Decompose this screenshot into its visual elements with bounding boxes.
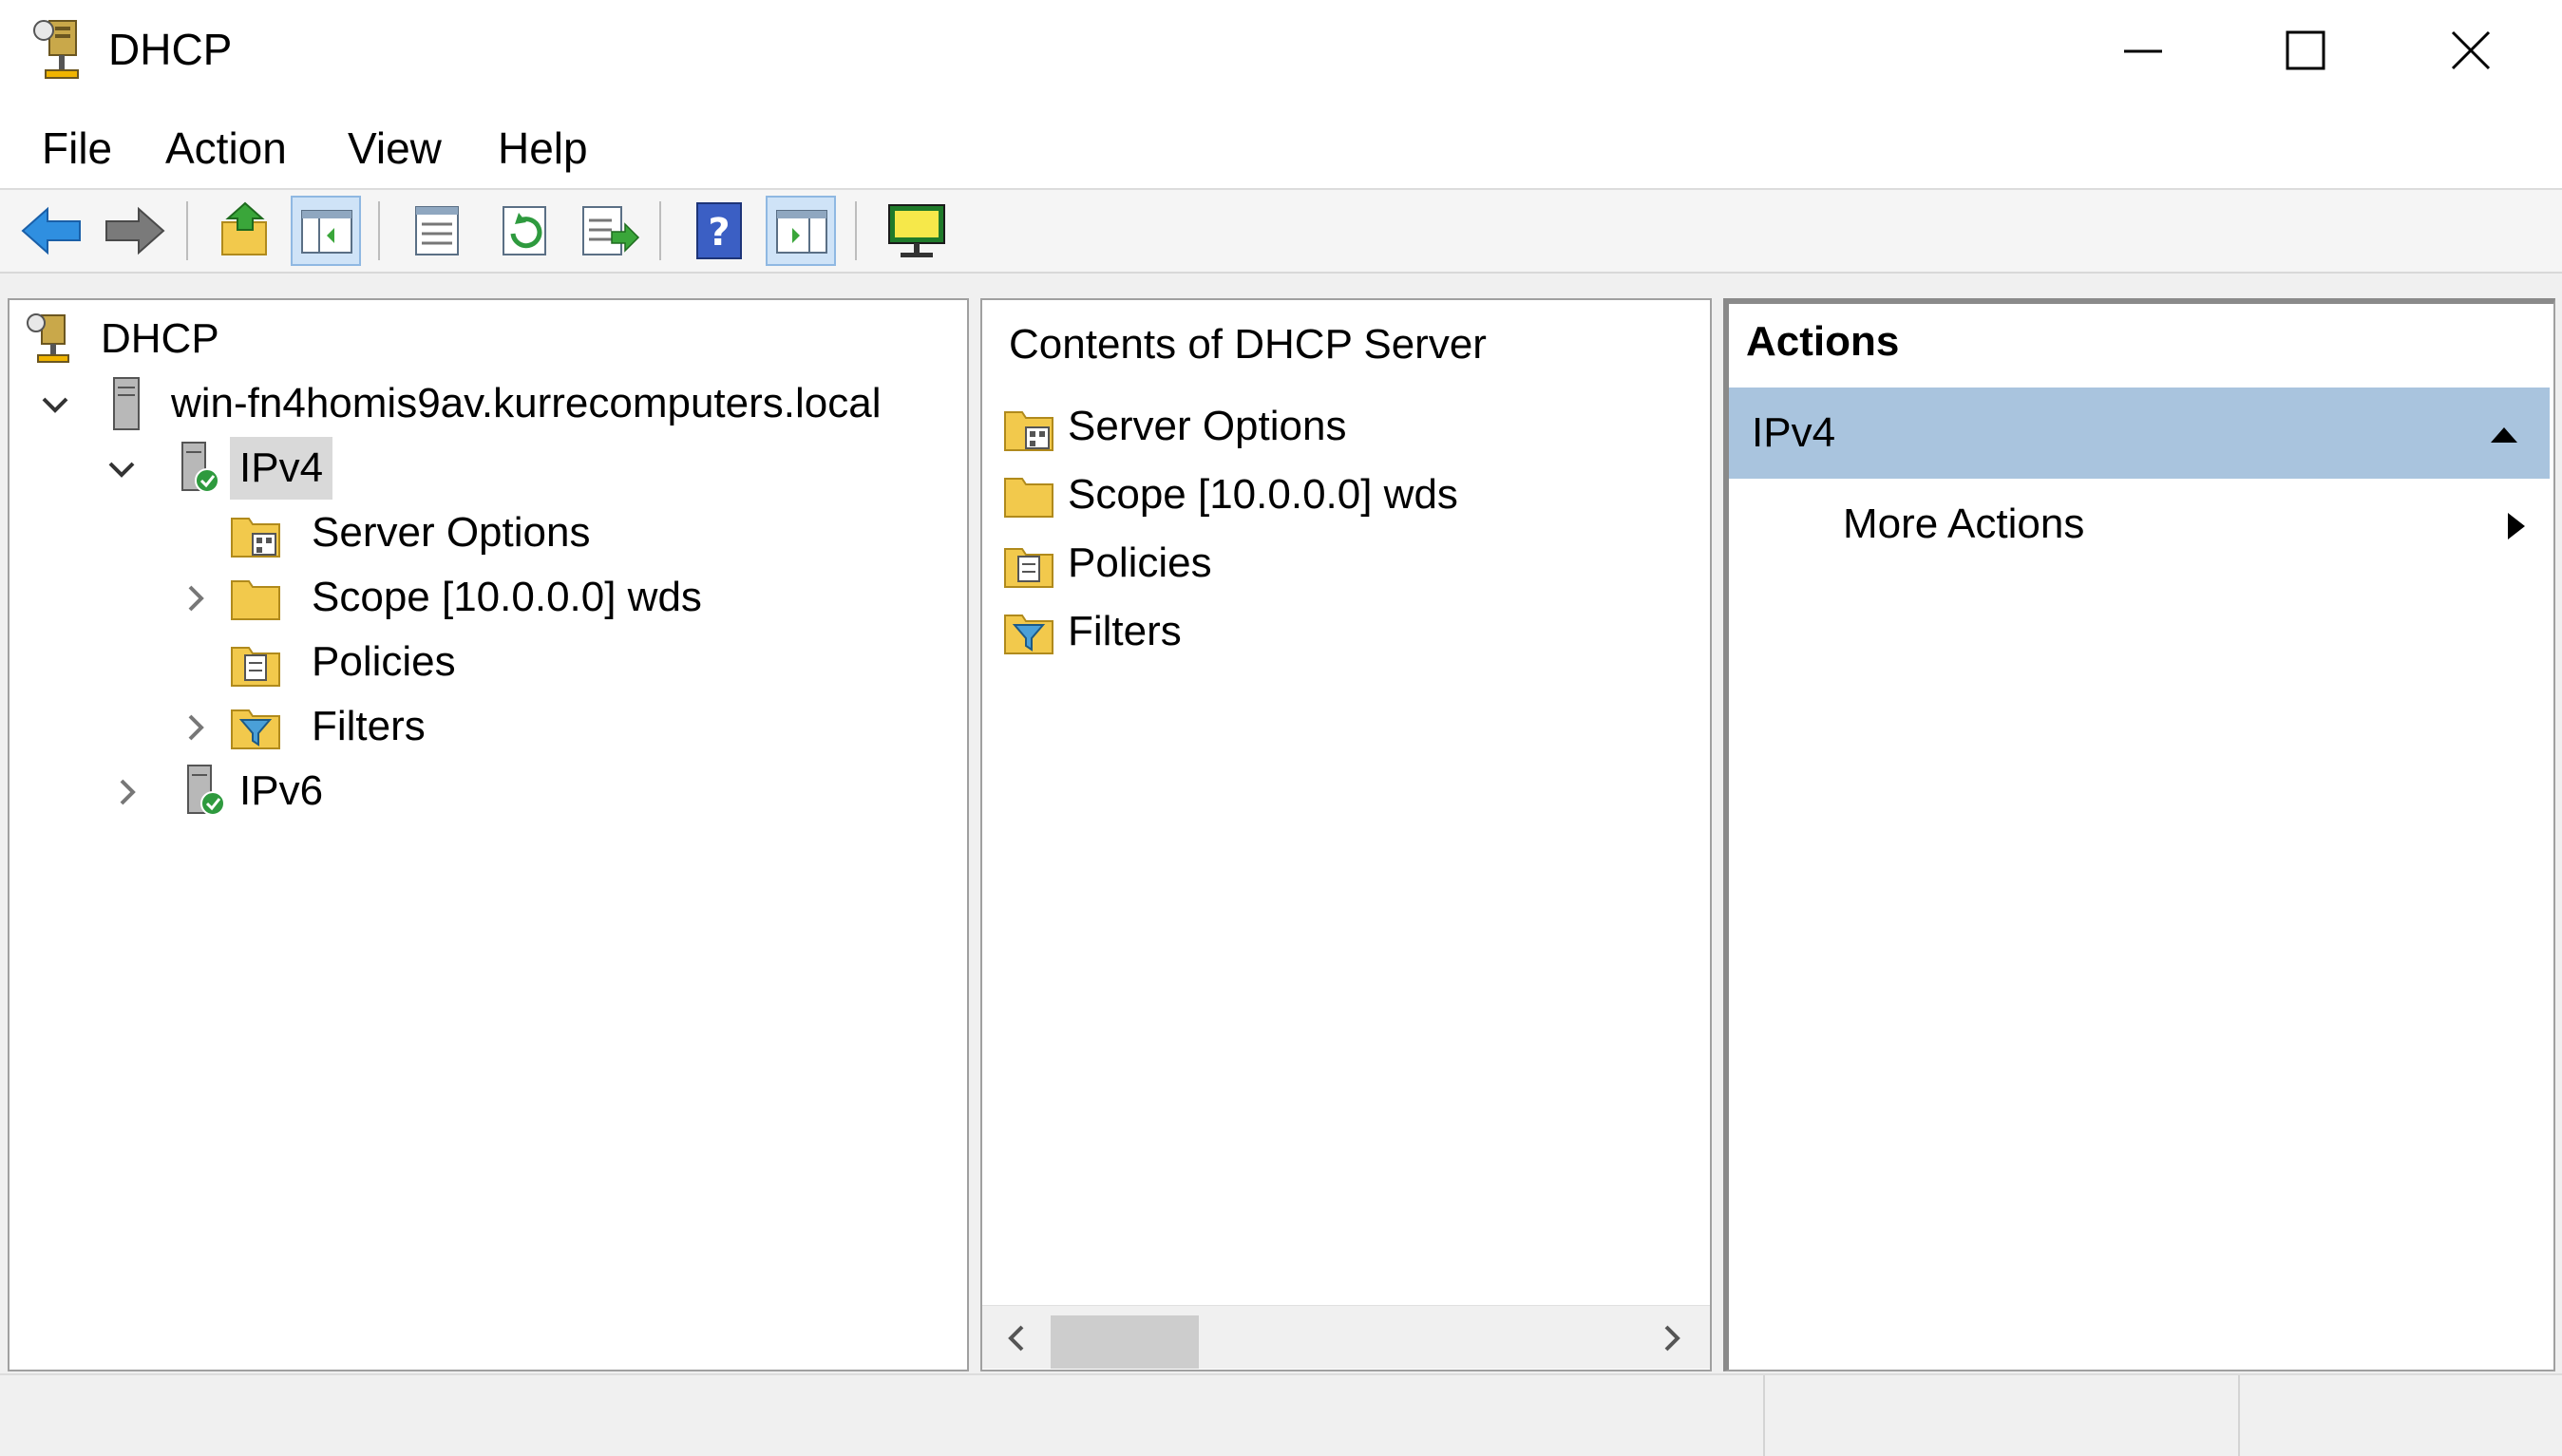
status-separator xyxy=(1763,1375,1765,1456)
list-item-label: Server Options xyxy=(1068,403,1347,449)
show-hide-console-tree-button[interactable] xyxy=(291,196,361,266)
tree-item-server[interactable]: win-fn4homis9av.kurrecomputers.local xyxy=(9,372,959,435)
help-button[interactable]: ? xyxy=(684,196,754,266)
close-button[interactable] xyxy=(2388,0,2552,103)
refresh-button[interactable] xyxy=(490,196,560,266)
policies-icon xyxy=(228,634,283,690)
chevron-right-icon[interactable] xyxy=(108,773,146,811)
toolbar-separator xyxy=(855,201,857,260)
list-item-label: Scope [10.0.0.0] wds xyxy=(1068,471,1458,518)
show-hide-action-pane-button[interactable] xyxy=(766,196,836,266)
show-hide-action-pane-icon xyxy=(776,210,827,254)
scrollbar-thumb[interactable] xyxy=(1051,1315,1199,1369)
list-item[interactable]: Scope [10.0.0.0] wds xyxy=(982,463,1704,526)
collapse-arrow-icon[interactable] xyxy=(2487,418,2521,452)
filters-icon xyxy=(1001,604,1056,659)
list-item[interactable]: Server Options xyxy=(982,395,1704,458)
content-header: Contents of DHCP Server xyxy=(1009,321,1487,368)
forward-arrow-icon xyxy=(105,206,165,255)
dhcp-app-icon xyxy=(32,17,89,84)
folder-icon xyxy=(1001,467,1056,522)
list-item-label: Policies xyxy=(1068,539,1212,586)
chevron-down-icon[interactable] xyxy=(103,450,141,488)
horizontal-scrollbar[interactable] xyxy=(982,1305,1710,1369)
tree-label: Policies xyxy=(312,638,456,685)
ipv4-server-icon xyxy=(171,441,226,496)
tree-item-filters[interactable]: Filters xyxy=(9,695,959,758)
scroll-left-icon[interactable] xyxy=(997,1319,1035,1357)
server-options-icon xyxy=(1001,399,1056,454)
show-hide-console-tree-icon xyxy=(301,210,352,254)
more-actions-label: More Actions xyxy=(1843,501,2085,547)
tree-label: DHCP xyxy=(101,315,219,362)
menu-file[interactable]: File xyxy=(32,122,122,175)
properties-icon xyxy=(415,206,459,255)
chevron-right-icon[interactable] xyxy=(177,579,215,617)
up-one-level-button[interactable] xyxy=(211,196,281,266)
folder-icon xyxy=(228,570,283,625)
tree-label: Scope [10.0.0.0] wds xyxy=(312,574,702,620)
tree-label: IPv4 xyxy=(230,437,333,500)
up-one-level-icon xyxy=(221,201,267,255)
toolbar: ? xyxy=(0,190,2562,274)
tree-item-dhcp[interactable]: DHCP xyxy=(9,308,959,370)
policies-icon xyxy=(1001,536,1056,591)
tree-item-ipv4[interactable]: IPv4 xyxy=(9,437,959,500)
forward-button[interactable] xyxy=(99,196,169,266)
tree-label: IPv6 xyxy=(239,767,324,814)
help-icon: ? xyxy=(696,202,742,259)
toolbar-separator xyxy=(659,201,661,260)
submenu-arrow-icon xyxy=(2502,509,2531,543)
actions-pane: Actions IPv4 More Actions xyxy=(1723,298,2555,1371)
window-title: DHCP xyxy=(108,25,233,74)
list-item-label: Filters xyxy=(1068,608,1182,654)
tree-label: win-fn4homis9av.kurrecomputers.local xyxy=(171,380,882,426)
toolbar-separator xyxy=(186,201,188,260)
actions-header: Actions xyxy=(1746,318,1900,365)
tree-item-server-options[interactable]: Server Options xyxy=(9,501,959,564)
filters-icon xyxy=(228,699,283,754)
server-options-icon xyxy=(228,505,283,560)
maximize-button[interactable] xyxy=(2225,0,2388,103)
tree-item-policies[interactable]: Policies xyxy=(9,631,959,693)
connect-to-computer-icon xyxy=(888,204,945,257)
content-pane: Contents of DHCP Server Server Options S… xyxy=(980,298,1712,1371)
back-arrow-icon xyxy=(21,206,81,255)
minimize-button[interactable] xyxy=(2061,0,2225,103)
back-button[interactable] xyxy=(17,196,87,266)
connect-to-computer-button[interactable] xyxy=(882,196,952,266)
toolbar-separator xyxy=(378,201,380,260)
properties-button[interactable] xyxy=(403,196,473,266)
server-icon xyxy=(101,376,156,431)
export-list-button[interactable] xyxy=(574,196,644,266)
chevron-right-icon[interactable] xyxy=(177,709,215,747)
list-item[interactable]: Filters xyxy=(982,600,1704,663)
tree-item-ipv6[interactable]: IPv6 xyxy=(9,760,959,823)
svg-text:?: ? xyxy=(708,211,730,255)
more-actions-item[interactable]: More Actions xyxy=(1729,479,2550,570)
list-item[interactable]: Policies xyxy=(982,532,1704,595)
actions-section-label: IPv4 xyxy=(1752,409,1836,456)
menu-view[interactable]: View xyxy=(338,122,451,175)
status-separator xyxy=(2238,1375,2240,1456)
scroll-right-icon[interactable] xyxy=(1653,1319,1691,1357)
tree-label: Filters xyxy=(312,703,426,749)
menu-help[interactable]: Help xyxy=(488,122,598,175)
ipv6-server-icon xyxy=(177,764,232,819)
status-bar xyxy=(0,1373,2562,1456)
title-bar: DHCP xyxy=(0,0,2562,103)
refresh-icon xyxy=(503,206,546,255)
chevron-down-icon[interactable] xyxy=(36,386,74,424)
menu-bar: File Action View Help xyxy=(0,103,2562,190)
tree-label: Server Options xyxy=(312,509,591,556)
export-list-icon xyxy=(582,206,640,255)
actions-section-ipv4[interactable]: IPv4 xyxy=(1729,388,2550,479)
tree-item-scope[interactable]: Scope [10.0.0.0] wds xyxy=(9,566,959,629)
dhcp-icon xyxy=(25,312,80,367)
menu-action[interactable]: Action xyxy=(156,122,296,175)
console-tree-pane: DHCP win-fn4homis9av.kurrecomputers.loca… xyxy=(8,298,969,1371)
